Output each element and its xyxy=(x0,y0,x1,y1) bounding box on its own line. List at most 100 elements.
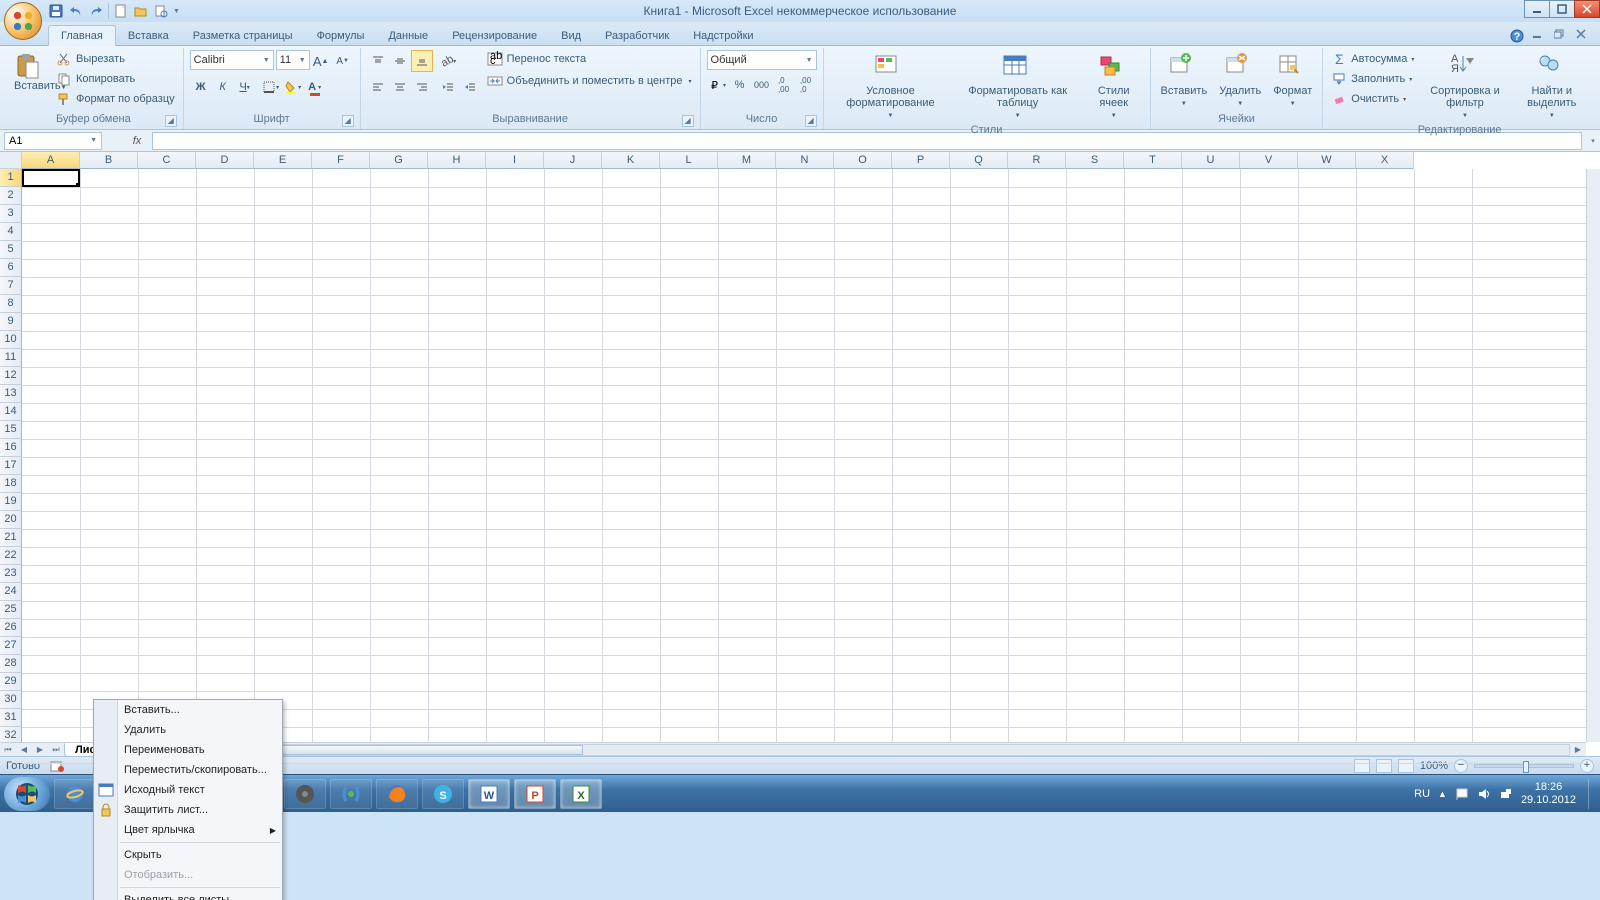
column-header[interactable]: M xyxy=(718,152,776,169)
row-header[interactable]: 17 xyxy=(0,457,22,475)
select-all-corner[interactable] xyxy=(0,152,22,169)
sheet-nav-first-icon[interactable]: ⏮ xyxy=(0,743,16,757)
taskbar-excel-icon[interactable]: X xyxy=(560,779,602,809)
ctx-hide[interactable]: Скрыть xyxy=(94,845,282,865)
tab-developer[interactable]: Разработчик xyxy=(593,26,681,45)
row-header[interactable]: 7 xyxy=(0,277,22,295)
column-header[interactable]: H xyxy=(428,152,486,169)
name-box[interactable]: A1▼ xyxy=(4,132,102,150)
align-center-icon[interactable] xyxy=(389,76,411,98)
column-header[interactable]: T xyxy=(1124,152,1182,169)
row-header[interactable]: 9 xyxy=(0,313,22,331)
underline-button[interactable]: Ч▾ xyxy=(234,76,256,98)
cell-styles-button[interactable]: Стили ячеек▼ xyxy=(1084,50,1144,124)
row-header[interactable]: 4 xyxy=(0,223,22,241)
tray-language[interactable]: RU xyxy=(1414,788,1430,800)
format-as-table-button[interactable]: Форматировать как таблицу▼ xyxy=(955,50,1079,124)
new-icon[interactable] xyxy=(113,3,129,19)
tab-view[interactable]: Вид xyxy=(549,26,593,45)
taskbar-ie-icon[interactable] xyxy=(54,779,96,809)
column-header[interactable]: N xyxy=(776,152,834,169)
sheet-nav-next-icon[interactable]: ▶ xyxy=(32,743,48,757)
open-icon[interactable] xyxy=(133,3,149,19)
currency-icon[interactable]: ₽▾ xyxy=(707,74,729,96)
number-format-combo[interactable]: Общий▼ xyxy=(707,50,817,70)
row-header[interactable]: 23 xyxy=(0,565,22,583)
tab-formulas[interactable]: Формулы xyxy=(305,26,377,45)
tray-flag-icon[interactable] xyxy=(1455,787,1469,801)
row-header[interactable]: 13 xyxy=(0,385,22,403)
row-header[interactable]: 15 xyxy=(0,421,22,439)
taskbar-skype-icon[interactable]: S xyxy=(422,779,464,809)
column-header[interactable]: B xyxy=(80,152,138,169)
column-header[interactable]: O xyxy=(834,152,892,169)
minimize-button[interactable] xyxy=(1524,0,1550,18)
find-select-button[interactable]: Найти и выделить▼ xyxy=(1514,50,1590,124)
row-header[interactable]: 1 xyxy=(0,169,22,187)
font-color-button[interactable]: A▾ xyxy=(304,76,326,98)
row-header[interactable]: 26 xyxy=(0,619,22,637)
column-header[interactable]: G xyxy=(370,152,428,169)
fx-icon[interactable]: fx xyxy=(128,135,146,147)
wrap-text-button[interactable]: abcПеренос текста xyxy=(485,50,694,68)
row-header[interactable]: 28 xyxy=(0,655,22,673)
column-header[interactable]: R xyxy=(1008,152,1066,169)
row-header[interactable]: 6 xyxy=(0,259,22,277)
tab-page-layout[interactable]: Разметка страницы xyxy=(181,26,305,45)
row-header[interactable]: 18 xyxy=(0,475,22,493)
row-header[interactable]: 25 xyxy=(0,601,22,619)
ctx-tab-color[interactable]: Цвет ярлычка▶ xyxy=(94,820,282,840)
clear-button[interactable]: Очистить▾ xyxy=(1329,90,1416,108)
ctx-delete[interactable]: Удалить xyxy=(94,720,282,740)
comma-icon[interactable]: 000 xyxy=(751,74,773,96)
doc-restore-icon[interactable] xyxy=(1554,29,1570,45)
fill-button[interactable]: Заполнить▾ xyxy=(1329,70,1416,88)
column-header[interactable]: F xyxy=(312,152,370,169)
tab-home[interactable]: Главная xyxy=(48,25,116,46)
format-painter-button[interactable]: Формат по образцу xyxy=(54,90,177,108)
taskbar-word-icon[interactable]: W xyxy=(468,779,510,809)
ctx-select-all-sheets[interactable]: Выделить все листы xyxy=(94,890,282,900)
column-header[interactable]: K xyxy=(602,152,660,169)
tray-show-hidden-icon[interactable]: ▲ xyxy=(1438,789,1447,799)
copy-button[interactable]: Копировать xyxy=(54,70,177,88)
align-top-icon[interactable] xyxy=(367,50,389,72)
row-header[interactable]: 24 xyxy=(0,583,22,601)
undo-icon[interactable] xyxy=(68,3,84,19)
column-header[interactable]: X xyxy=(1356,152,1414,169)
align-bottom-icon[interactable] xyxy=(411,50,433,72)
row-header[interactable]: 8 xyxy=(0,295,22,313)
doc-close-icon[interactable] xyxy=(1576,29,1592,45)
save-icon[interactable] xyxy=(48,3,64,19)
tab-data[interactable]: Данные xyxy=(376,26,440,45)
help-icon[interactable]: ? xyxy=(1510,29,1526,45)
paste-button[interactable]: Вставить▼ xyxy=(10,50,50,86)
zoom-in-button[interactable]: + xyxy=(1580,759,1594,773)
zoom-out-button[interactable]: − xyxy=(1454,759,1468,773)
ctx-insert[interactable]: Вставить... xyxy=(94,700,282,720)
fill-color-button[interactable]: ▾ xyxy=(282,76,304,98)
office-button[interactable] xyxy=(4,2,42,40)
row-header[interactable]: 21 xyxy=(0,529,22,547)
start-button[interactable] xyxy=(4,777,50,811)
taskbar-app-3-icon[interactable] xyxy=(330,779,372,809)
taskbar-firefox-icon[interactable] xyxy=(376,779,418,809)
show-desktop-button[interactable] xyxy=(1588,779,1596,809)
view-page-layout-icon[interactable] xyxy=(1376,759,1392,773)
dialog-launcher-icon[interactable]: ◢ xyxy=(342,115,354,127)
column-header[interactable]: P xyxy=(892,152,950,169)
row-header[interactable]: 3 xyxy=(0,205,22,223)
font-size-combo[interactable]: 11▼ xyxy=(276,50,310,70)
row-header[interactable]: 20 xyxy=(0,511,22,529)
decrease-indent-icon[interactable] xyxy=(437,76,459,98)
orientation-icon[interactable]: ab▾ xyxy=(437,50,459,72)
row-header[interactable]: 16 xyxy=(0,439,22,457)
row-header[interactable]: 30 xyxy=(0,691,22,709)
close-button[interactable] xyxy=(1574,0,1600,18)
tray-network-icon[interactable] xyxy=(1499,787,1513,801)
delete-cells-button[interactable]: Удалить▼ xyxy=(1215,50,1265,112)
cells-area[interactable] xyxy=(22,169,1586,742)
cut-button[interactable]: Вырезать xyxy=(54,50,177,68)
align-right-icon[interactable] xyxy=(411,76,433,98)
dialog-launcher-icon[interactable]: ◢ xyxy=(682,115,694,127)
